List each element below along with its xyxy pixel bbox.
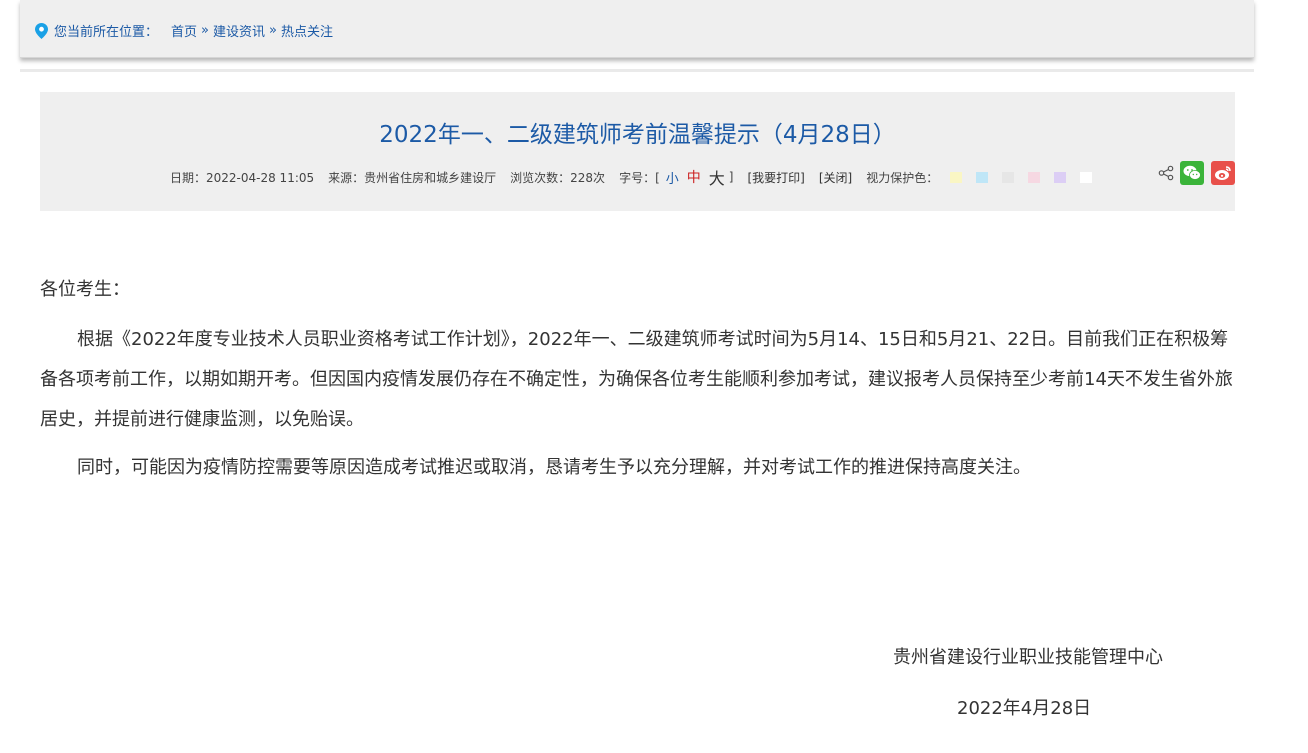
article-meta: 日期：2022-04-28 11:05 来源：贵州省住房和城乡建设厅 浏览次数：… xyxy=(170,165,1106,189)
publish-date: 日期：2022-04-28 11:05 xyxy=(170,170,315,185)
breadcrumb-separator: » xyxy=(269,23,277,38)
signature: 贵州省建设行业职业技能管理中心 xyxy=(893,647,1163,668)
font-size-medium-button[interactable]: 中 xyxy=(687,167,701,187)
article-body: 各位考生： 根据《2022年度专业技术人员职业资格考试工作计划》，2022年一、… xyxy=(40,270,1240,488)
close-button[interactable]: [关闭] xyxy=(819,169,852,186)
location-pin-icon xyxy=(35,22,48,39)
swatch-pink[interactable] xyxy=(1028,171,1041,183)
breadcrumb-hot-topics[interactable]: 热点关注 xyxy=(281,21,333,40)
font-size-small-button[interactable]: 小 xyxy=(666,168,679,187)
swatch-gray[interactable] xyxy=(1002,171,1015,183)
view-count: 浏览次数：228次 xyxy=(510,170,606,185)
font-size-label: 字号：[ xyxy=(619,170,660,185)
swatch-blue[interactable] xyxy=(976,171,989,183)
greeting: 各位考生： xyxy=(40,279,130,300)
font-size-bracket: ] xyxy=(728,170,734,184)
breadcrumb-label: 您当前所在位置： xyxy=(54,25,159,40)
font-size-large-button[interactable]: 大 xyxy=(709,165,725,189)
eye-protect-label: 视力保护色： xyxy=(866,170,939,185)
paragraph: 同时，可能因为疫情防控需要等原因造成考试推迟或取消，恳请考生予以充分理解，并对考… xyxy=(77,457,1031,478)
swatch-purple[interactable] xyxy=(1054,171,1067,183)
print-button[interactable]: [我要打印] xyxy=(747,169,804,186)
share-icon[interactable] xyxy=(1158,165,1174,181)
signature-date: 2022年4月28日 xyxy=(957,698,1092,719)
divider xyxy=(20,69,1254,72)
share-group xyxy=(1158,161,1235,185)
breadcrumb-separator: » xyxy=(201,23,209,38)
article-source: 来源：贵州省住房和城乡建设厅 xyxy=(328,170,497,185)
breadcrumb-bar: 您当前所在位置： 首页 » 建设资讯 » 热点关注 xyxy=(20,0,1254,58)
breadcrumb: 您当前所在位置： 首页 » 建设资讯 » 热点关注 xyxy=(35,21,333,40)
breadcrumb-construction-news[interactable]: 建设资讯 xyxy=(213,21,265,40)
article-header: 2022年一、二级建筑师考前温馨提示（4月28日） 日期：2022-04-28 … xyxy=(40,92,1235,211)
article-title: 2022年一、二级建筑师考前温馨提示（4月28日） xyxy=(379,122,896,148)
weibo-icon[interactable] xyxy=(1211,161,1235,185)
swatch-white[interactable] xyxy=(1080,171,1093,183)
eye-protect-swatches xyxy=(950,171,1106,183)
wechat-icon[interactable] xyxy=(1180,161,1204,185)
breadcrumb-home[interactable]: 首页 xyxy=(171,21,197,40)
paragraph: 根据《2022年度专业技术人员职业资格考试工作计划》，2022年一、二级建筑师考… xyxy=(40,329,1233,430)
swatch-yellow[interactable] xyxy=(950,171,963,183)
